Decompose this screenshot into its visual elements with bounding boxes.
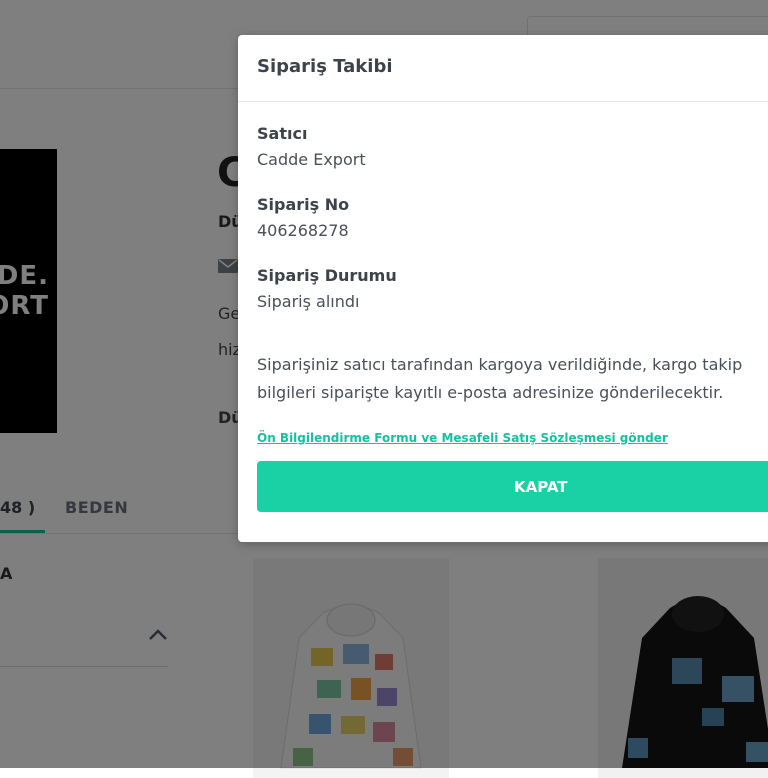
order-status-value: Sipariş alındı	[257, 292, 360, 311]
send-agreement-link[interactable]: Ön Bilgilendirme Formu ve Mesafeli Satış…	[257, 431, 668, 445]
order-tracking-modal: Sipariş Takibi Satıcı Cadde Export Sipar…	[238, 35, 768, 542]
order-no-label: Sipariş No	[257, 195, 350, 214]
close-button[interactable]: KAPAT	[257, 461, 768, 512]
seller-label: Satıcı	[257, 124, 308, 143]
seller-value: Cadde Export	[257, 150, 366, 169]
order-status-label: Sipariş Durumu	[257, 266, 397, 285]
modal-title: Sipariş Takibi	[257, 56, 393, 77]
modal-header: Sipariş Takibi	[238, 35, 768, 102]
shipping-info-text: Siparişiniz satıcı tarafından kargoya ve…	[257, 355, 743, 402]
order-no-value: 406268278	[257, 221, 349, 240]
